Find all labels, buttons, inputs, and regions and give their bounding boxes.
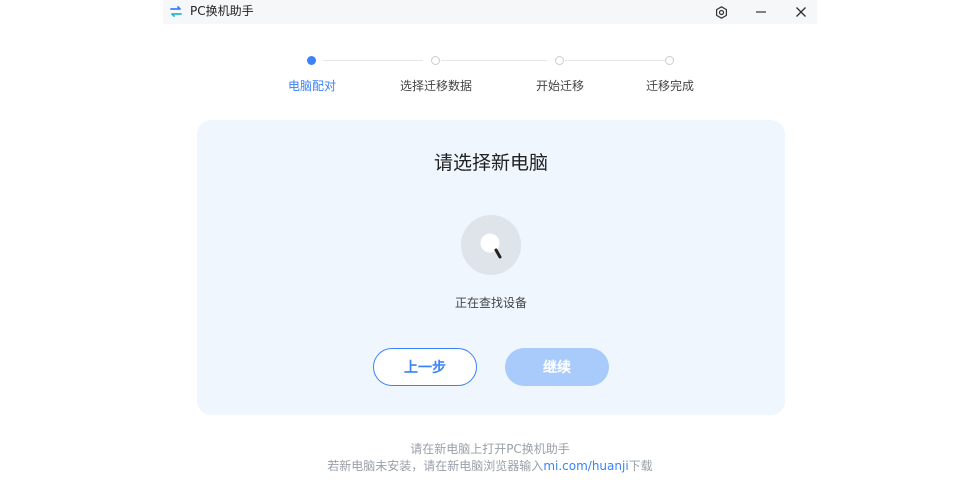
footer-hint: 请在新电脑上打开PC换机助手 xyxy=(410,442,570,456)
settings-button[interactable] xyxy=(703,0,739,24)
step-label-complete: 迁移完成 xyxy=(645,79,695,93)
step-dot-3 xyxy=(555,56,564,65)
close-icon xyxy=(796,7,806,17)
minimize-button[interactable] xyxy=(743,0,779,24)
step-connector xyxy=(323,60,423,61)
settings-gear-icon xyxy=(715,5,727,19)
step-dot-2 xyxy=(431,56,440,65)
card-title: 请选择新电脑 xyxy=(433,152,548,174)
search-spinner-icon xyxy=(480,233,502,259)
device-select-card: 请选择新电脑 正在查找设备 上一步 继续 xyxy=(197,120,785,415)
close-button[interactable] xyxy=(783,0,819,24)
footer-download-hint: 若新电脑未安装，请在新电脑浏览器输入mi.com/huanji下载 xyxy=(163,459,817,473)
app-window: PC换机助手 电脑配对 选择迁移数据 开始迁移 迁移完成 请选择新电脑 正在查找… xyxy=(163,0,817,490)
step-connector xyxy=(441,60,547,61)
app-logo-icon xyxy=(169,4,183,18)
previous-button[interactable]: 上一步 xyxy=(373,348,477,386)
app-title: PC换机助手 xyxy=(190,4,254,18)
step-connector xyxy=(565,60,665,61)
footer-suffix: 下载 xyxy=(628,459,653,473)
progress-steps: 电脑配对 选择迁移数据 开始迁移 迁移完成 xyxy=(163,52,817,96)
searching-status: 正在查找设备 xyxy=(454,296,527,310)
title-bar: PC换机助手 xyxy=(163,0,817,24)
download-link[interactable]: mi.com/huanji xyxy=(543,459,628,473)
step-label-start-migration: 开始迁移 xyxy=(535,79,585,93)
step-label-pairing: 电脑配对 xyxy=(287,79,337,93)
footer-prefix: 若新电脑未安装，请在新电脑浏览器输入 xyxy=(327,459,544,473)
search-spinner xyxy=(461,215,521,275)
minimize-icon xyxy=(756,11,766,13)
continue-button[interactable]: 继续 xyxy=(505,348,609,386)
step-dot-4 xyxy=(665,56,674,65)
step-label-select-data: 选择迁移数据 xyxy=(399,79,473,93)
step-dot-1 xyxy=(307,56,316,65)
